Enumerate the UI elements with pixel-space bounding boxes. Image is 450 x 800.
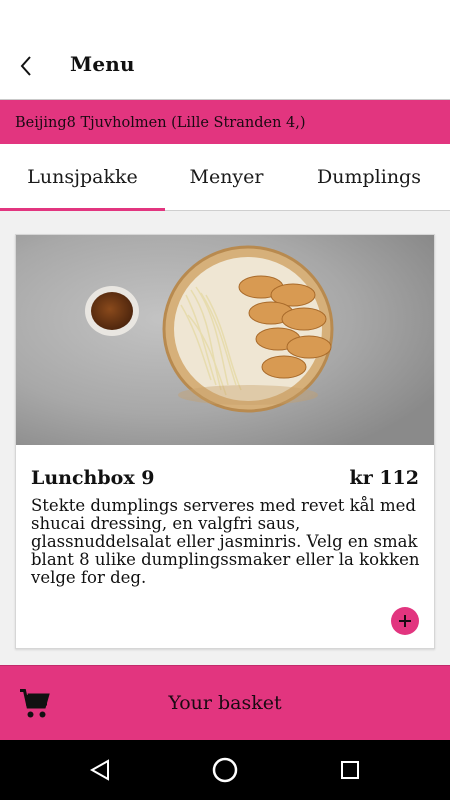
circle-home-icon: [212, 757, 238, 783]
menu-item-card[interactable]: Lunchbox 9 kr 112 Stekte dumplings serve…: [15, 234, 435, 649]
tab-dumplings[interactable]: Dumplings: [288, 144, 450, 210]
system-home-button[interactable]: [209, 754, 241, 786]
back-button[interactable]: [12, 52, 40, 80]
triangle-back-icon: [89, 759, 109, 781]
item-price: kr 112: [349, 467, 419, 489]
tab-menyer[interactable]: Menyer: [165, 144, 288, 210]
system-nav-bar: [0, 740, 450, 800]
system-recents-button[interactable]: [334, 754, 366, 786]
item-photo: [16, 235, 434, 445]
plus-icon: [399, 615, 411, 627]
app-header: Menu: [0, 0, 450, 100]
location-banner: Beijing8 Tjuvholmen (Lille Stranden 4,): [0, 100, 450, 144]
basket-label: Your basket: [168, 692, 282, 714]
page-title: Menu: [70, 52, 135, 76]
tab-lunsjpakke[interactable]: Lunsjpakke: [0, 144, 165, 211]
add-to-basket-button[interactable]: [391, 607, 419, 635]
chevron-left-icon: [20, 56, 31, 76]
item-description: Stekte dumplings serveres med revet kål …: [31, 496, 420, 587]
basket-bar[interactable]: Your basket: [0, 665, 450, 740]
system-back-button[interactable]: [84, 754, 116, 786]
square-recents-icon: [341, 761, 359, 779]
dumplings-photo-illustration: [16, 235, 434, 445]
category-tabs: Lunsjpakke Menyer Dumplings: [0, 144, 450, 211]
item-name: Lunchbox 9: [31, 467, 155, 489]
